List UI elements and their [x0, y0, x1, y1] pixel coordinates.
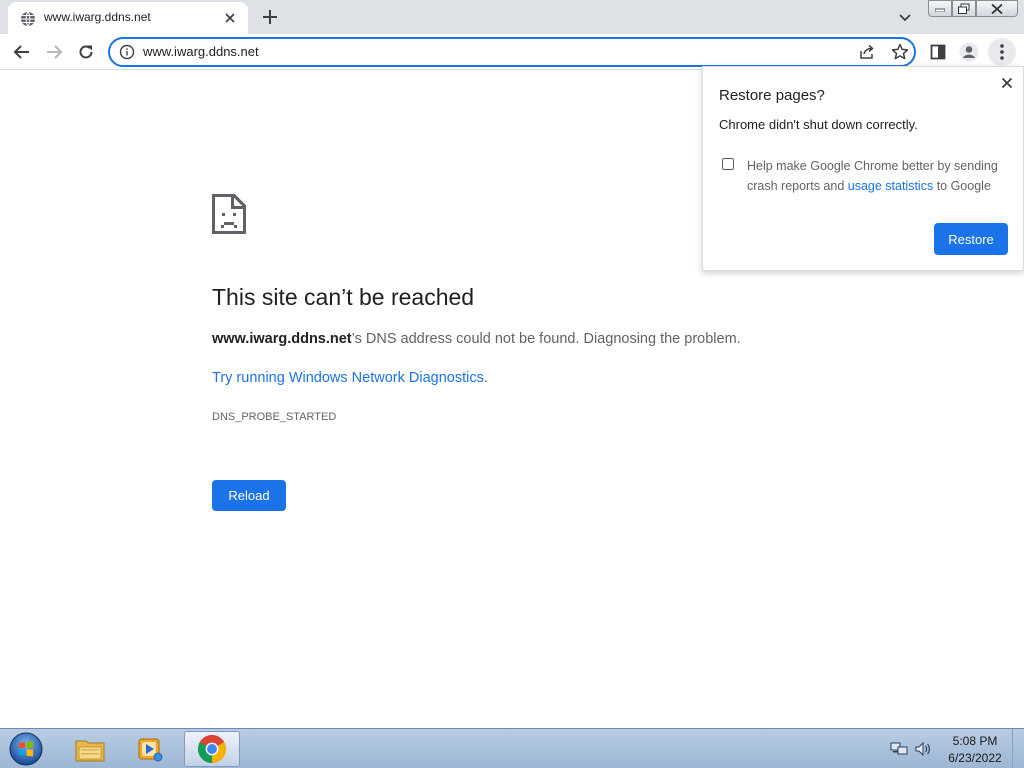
restore-button[interactable]: Restore [934, 223, 1008, 255]
checkbox-text-after: to Google [933, 179, 991, 193]
taskbar: 5:08 PM 6/23/2022 [0, 728, 1024, 768]
back-button[interactable] [8, 38, 36, 66]
network-icon[interactable] [890, 741, 908, 757]
network-diagnostics-link[interactable]: Try running Windows Network Diagnostics [212, 370, 484, 386]
start-button-icon[interactable] [6, 731, 46, 767]
tab-strip: www.iwarg.ddns.net [0, 0, 1024, 34]
clock-date[interactable]: 6/23/2022 [940, 751, 1010, 765]
error-description: www.iwarg.ddns.net’s DNS address could n… [212, 331, 741, 347]
tab-active[interactable]: www.iwarg.ddns.net [8, 2, 248, 34]
close-icon [991, 3, 1003, 14]
explorer-icon [75, 740, 105, 762]
arrow-left-icon [13, 45, 29, 59]
tab-close-icon[interactable] [222, 10, 238, 26]
error-title: This site can’t be reached [212, 284, 475, 310]
window-minimize-button[interactable] [928, 0, 952, 17]
reload-button[interactable]: Reload [212, 480, 286, 511]
chrome-icon [198, 735, 226, 763]
tab-title: www.iwarg.ddns.net [44, 10, 151, 24]
bookmark-star-icon[interactable] [890, 42, 910, 62]
taskbar-chrome[interactable] [184, 731, 240, 767]
crash-report-label: Help make Google Chrome better by sendin… [747, 156, 1007, 196]
forward-button[interactable] [40, 38, 68, 66]
address-bar[interactable]: www.iwarg.ddns.net [108, 37, 916, 67]
dialog-message: Chrome didn't shut down correctly. [719, 117, 918, 132]
crash-report-checkbox[interactable] [722, 158, 734, 170]
globe-icon [21, 11, 35, 27]
avatar-icon [959, 42, 979, 62]
taskbar-media-player[interactable] [122, 731, 178, 767]
dialog-title: Restore pages? [719, 87, 825, 104]
media-player-icon [138, 738, 163, 762]
info-icon[interactable] [119, 44, 135, 60]
profile-button[interactable] [955, 38, 983, 66]
close-icon[interactable] [999, 75, 1015, 91]
volume-icon[interactable] [914, 741, 932, 757]
usage-statistics-link[interactable]: usage statistics [848, 179, 933, 193]
browser-toolbar: www.iwarg.ddns.net [0, 34, 1024, 70]
reload-icon [79, 45, 93, 59]
error-code: DNS_PROBE_STARTED [212, 411, 337, 423]
arrow-right-icon [47, 45, 63, 59]
side-panel-button[interactable] [924, 38, 952, 66]
new-tab-plus-icon[interactable] [258, 5, 282, 29]
share-icon[interactable] [858, 43, 876, 61]
minimize-icon [935, 8, 945, 12]
show-desktop-button[interactable] [1012, 729, 1024, 768]
kebab-menu-icon [1000, 44, 1004, 60]
window-restore-button[interactable] [952, 0, 976, 17]
clock-time[interactable]: 5:08 PM [940, 734, 1010, 748]
address-url[interactable]: www.iwarg.ddns.net [143, 44, 259, 59]
network-diagnostics-paragraph: Try running Windows Network Diagnostics. [212, 370, 488, 386]
chevron-down-icon[interactable] [894, 6, 916, 28]
error-description-text: ’s DNS address could not be found. Diagn… [351, 331, 741, 347]
window-close-button[interactable] [976, 0, 1018, 17]
restore-down-icon [958, 3, 970, 14]
taskbar-explorer[interactable] [62, 731, 118, 767]
diagnostics-suffix: . [483, 370, 488, 386]
restore-pages-dialog: Restore pages? Chrome didn't shut down c… [702, 66, 1024, 271]
side-panel-icon [930, 44, 946, 60]
error-host: www.iwarg.ddns.net [212, 331, 352, 347]
sad-page-icon [212, 194, 246, 234]
menu-button[interactable] [988, 38, 1016, 66]
reload-toolbar-button[interactable] [72, 38, 100, 66]
